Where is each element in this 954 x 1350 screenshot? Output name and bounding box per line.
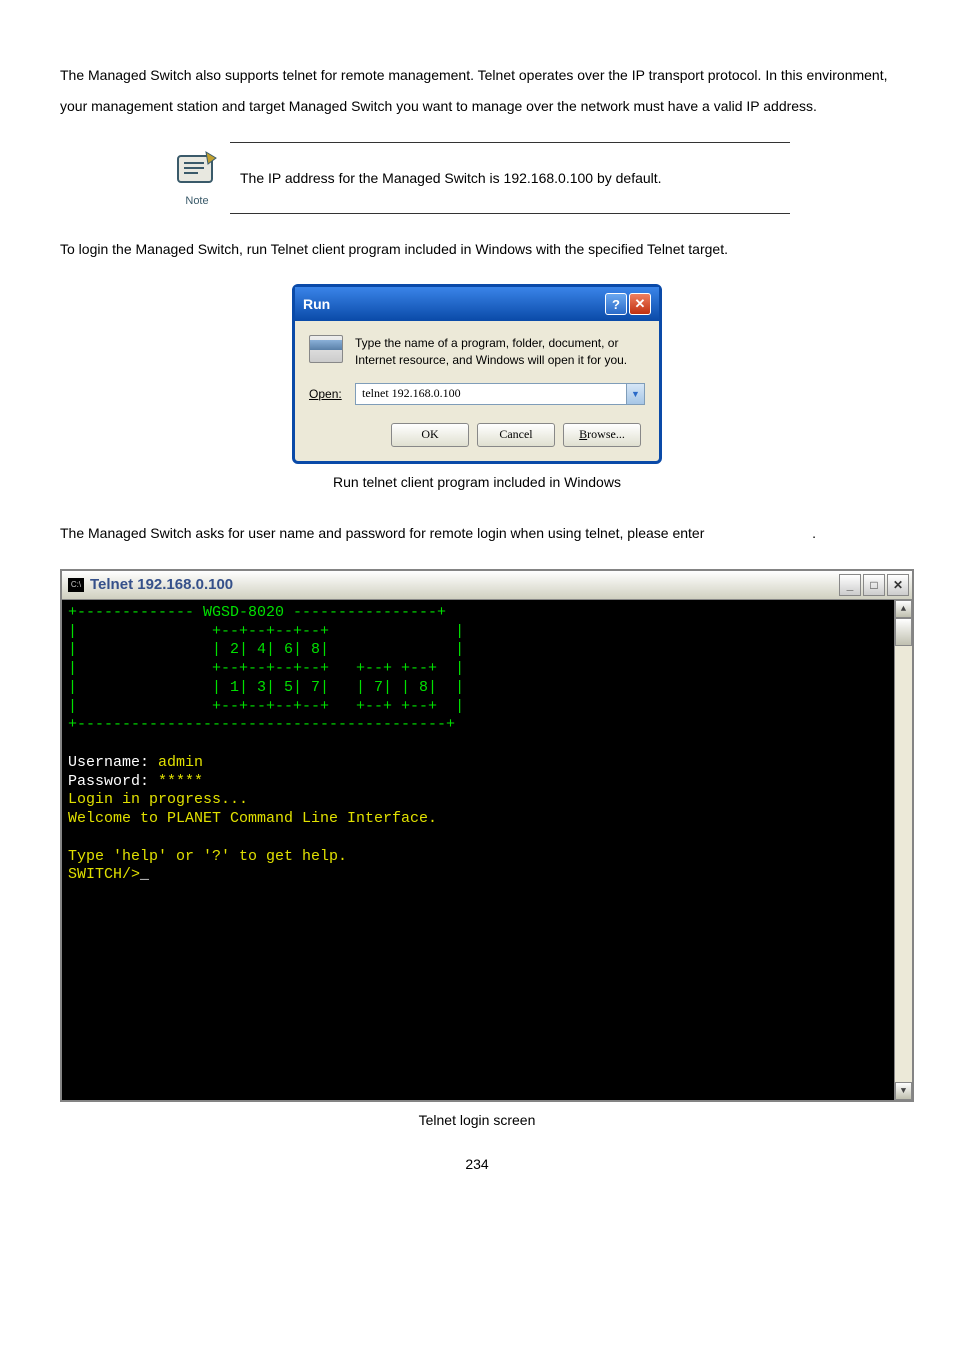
note-box: Note The IP address for the Managed Swit… [164, 142, 790, 214]
run-dialog: Run ? ✕ Type the name of a program, fold… [292, 284, 662, 464]
scrollbar[interactable]: ▲ ▼ [894, 600, 912, 1100]
help-icon[interactable]: ? [605, 293, 627, 315]
ok-button[interactable]: OK [391, 423, 469, 447]
browse-button[interactable]: Browse... [563, 423, 641, 447]
run-caption: Run telnet client program included in Wi… [60, 474, 894, 490]
minimize-icon[interactable]: _ [839, 574, 861, 596]
telnet-caption: Telnet login screen [60, 1112, 894, 1128]
telnet-content: +------------- WGSD-8020 ---------------… [62, 600, 894, 1100]
cancel-button[interactable]: Cancel [477, 423, 555, 447]
scroll-up-icon[interactable]: ▲ [895, 600, 912, 618]
maximize-icon[interactable]: □ [863, 574, 885, 596]
open-label: Open: [309, 387, 343, 401]
telnet-window: C:\ Telnet 192.168.0.100 _ □ ✕ +--------… [60, 569, 914, 1102]
cmd-icon: C:\ [68, 578, 84, 592]
telnet-titlebar: C:\ Telnet 192.168.0.100 _ □ ✕ [62, 571, 912, 600]
scroll-down-icon[interactable]: ▼ [895, 1082, 912, 1100]
scroll-track[interactable] [895, 618, 912, 1082]
note-icon [174, 148, 220, 188]
intro-paragraph: The Managed Switch also supports telnet … [60, 60, 894, 122]
note-label: Note [185, 195, 208, 207]
chevron-down-icon[interactable]: ▼ [626, 384, 644, 404]
run-titlebar: Run ? ✕ [295, 287, 659, 321]
close-icon[interactable]: ✕ [629, 293, 651, 315]
login-paragraph: To login the Managed Switch, run Telnet … [60, 234, 894, 265]
open-input[interactable] [356, 384, 626, 404]
page-number: 234 [60, 1156, 894, 1172]
open-combobox[interactable]: ▼ [355, 383, 645, 405]
run-app-icon [309, 335, 343, 363]
asks-paragraph: The Managed Switch asks for user name an… [60, 518, 894, 549]
scroll-thumb[interactable] [895, 618, 912, 646]
run-instruction: Type the name of a program, folder, docu… [355, 335, 645, 369]
telnet-title: Telnet 192.168.0.100 [90, 576, 233, 593]
run-title: Run [303, 296, 330, 312]
close-icon[interactable]: ✕ [887, 574, 909, 596]
note-text: The IP address for the Managed Switch is… [230, 142, 790, 213]
